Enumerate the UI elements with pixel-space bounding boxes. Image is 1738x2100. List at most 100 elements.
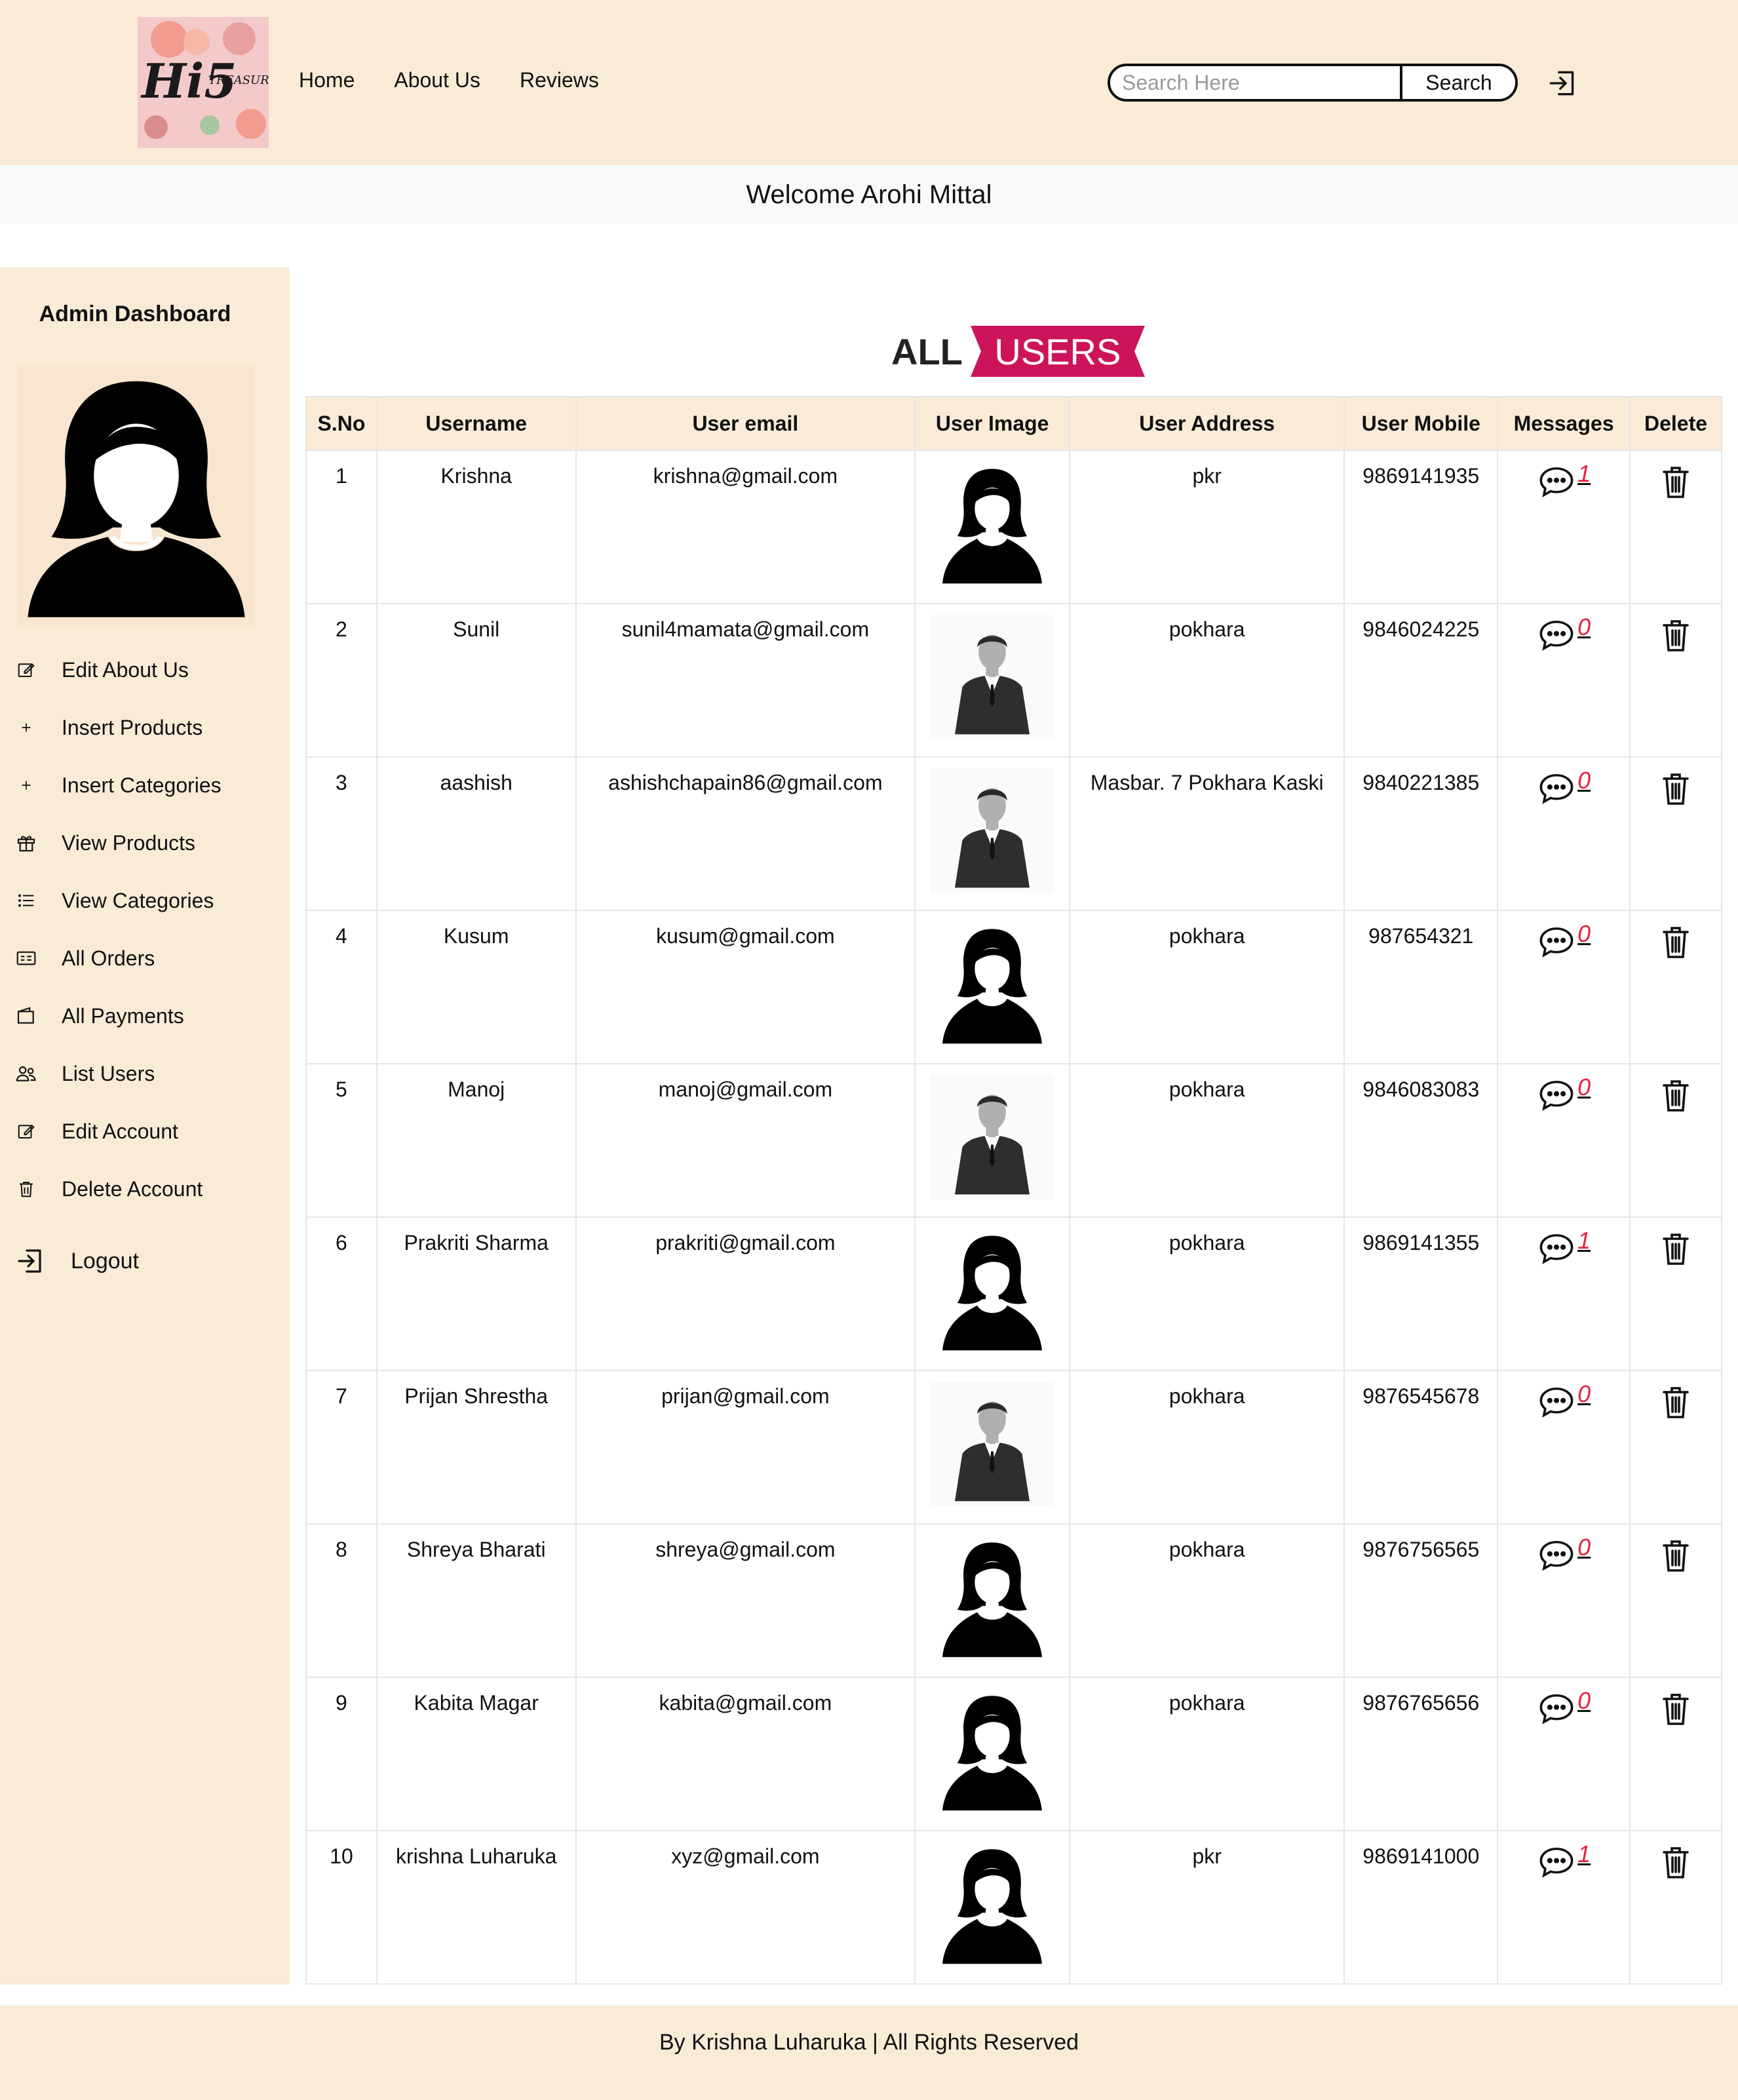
female-avatar — [930, 1842, 1055, 1966]
sidebar-item-label: Delete Account — [62, 1176, 203, 1201]
sidebar-item-label: Edit About Us — [62, 657, 189, 682]
chat-icon — [1537, 1231, 1576, 1272]
sidebar-item-insert-categories[interactable]: Insert Categories — [14, 756, 222, 814]
message-count: 0 — [1577, 1687, 1591, 1714]
delete-user-button[interactable] — [1660, 464, 1691, 506]
brand-logo[interactable]: Hi5 TREASURES — [138, 17, 269, 148]
sidebar-title: Admin Dashboard — [39, 301, 231, 326]
chat-icon — [1537, 1078, 1576, 1118]
messages-link[interactable]: 1 — [1537, 1227, 1591, 1272]
sidebar-logout[interactable]: Logout — [14, 1232, 222, 1290]
cell-mobile: 987654321 — [1343, 910, 1499, 1064]
sidebar-item-edit-about-us[interactable]: Edit About Us — [14, 641, 222, 699]
cell-sno: 3 — [305, 756, 377, 911]
cell-username: Sunil — [376, 603, 577, 758]
cell-sno: 7 — [305, 1370, 377, 1525]
delete-user-button[interactable] — [1660, 617, 1691, 659]
cell-sno: 8 — [305, 1523, 377, 1678]
chat-icon — [1537, 924, 1576, 965]
sidebar-item-view-categories[interactable]: View Categories — [14, 872, 222, 929]
cell-email: xyz@gmail.com — [575, 1830, 916, 1985]
delete-user-button[interactable] — [1660, 1231, 1691, 1273]
sidebar-item-edit-account[interactable]: Edit Account — [14, 1102, 222, 1160]
cell-delete — [1629, 603, 1722, 758]
welcome-banner: Welcome Arohi Mittal — [0, 165, 1738, 224]
delete-user-button[interactable] — [1660, 1078, 1691, 1119]
sidebar-logout-label: Logout — [71, 1248, 139, 1274]
delete-user-button[interactable] — [1660, 1691, 1691, 1733]
table-row: 6 Prakriti Sharma prakriti@gmail.com pokhar… — [305, 1216, 1722, 1371]
logout-icon[interactable] — [1547, 67, 1579, 100]
cell-delete — [1629, 1677, 1722, 1831]
cell-image — [914, 1063, 1071, 1218]
cell-sno: 1 — [305, 450, 377, 604]
male-avatar — [930, 768, 1055, 893]
search-input[interactable] — [1110, 66, 1400, 99]
messages-link[interactable]: 0 — [1537, 920, 1591, 965]
cell-mobile: 9869141355 — [1343, 1216, 1499, 1371]
messages-link[interactable]: 0 — [1537, 1534, 1591, 1578]
delete-user-button[interactable] — [1660, 1538, 1691, 1580]
delete-user-button[interactable] — [1660, 771, 1691, 813]
cell-sno: 2 — [305, 603, 377, 758]
messages-link[interactable]: 0 — [1537, 613, 1591, 658]
cell-email: sunil4mamata@gmail.com — [575, 603, 916, 758]
admin-avatar — [18, 366, 254, 628]
cell-delete — [1629, 1216, 1722, 1371]
cell-email: manoj@gmail.com — [575, 1063, 916, 1218]
cell-username: Prakriti Sharma — [376, 1216, 577, 1371]
messages-link[interactable]: 0 — [1537, 767, 1591, 811]
delete-user-button[interactable] — [1660, 1844, 1691, 1886]
table-row: 1 Krishna krishna@gmail.com pkr 9869141935 1 — [305, 450, 1722, 604]
admin-sidebar: Admin Dashboard Edit About Us Insert Pro… — [0, 267, 290, 1985]
nav-about-link[interactable]: About Us — [394, 68, 480, 92]
page-title-prefix: ALL — [891, 330, 963, 372]
messages-link[interactable]: 1 — [1537, 1840, 1591, 1885]
male-avatar — [930, 1382, 1055, 1506]
cell-mobile: 9869141000 — [1343, 1830, 1499, 1985]
cell-address: Masbar. 7 Pokhara Kaski — [1069, 756, 1345, 911]
chat-icon — [1537, 1538, 1576, 1578]
cell-email: kusum@gmail.com — [575, 910, 916, 1064]
chat-icon — [1537, 617, 1576, 658]
sidebar-item-list-users[interactable]: List Users — [14, 1045, 222, 1102]
sidebar-item-delete-account[interactable]: Delete Account — [14, 1160, 222, 1218]
cell-image — [914, 1830, 1071, 1985]
nav-home-link[interactable]: Home — [299, 68, 355, 92]
sidebar-item-all-orders[interactable]: All Orders — [14, 929, 222, 987]
edit-icon — [14, 658, 38, 682]
cell-delete — [1629, 1370, 1722, 1525]
female-avatar — [930, 1535, 1055, 1660]
page-title-ribbon: USERS — [970, 326, 1145, 377]
female-avatar — [930, 1228, 1055, 1353]
col-image: User Image — [914, 396, 1071, 451]
chat-icon — [1537, 464, 1576, 505]
delete-user-button[interactable] — [1660, 1384, 1691, 1426]
cell-image — [914, 756, 1071, 911]
cell-username: Kusum — [376, 910, 577, 1064]
edit-icon — [14, 1119, 38, 1143]
page-title-highlight: USERS — [994, 330, 1121, 372]
search-button[interactable]: Search — [1400, 66, 1515, 99]
users-table-body: 1 Krishna krishna@gmail.com pkr 9869141935 1 2… — [305, 450, 1722, 1985]
delete-user-button[interactable] — [1660, 924, 1691, 966]
messages-link[interactable]: 0 — [1537, 1074, 1591, 1118]
cell-messages: 0 — [1497, 1063, 1631, 1218]
sidebar-item-all-payments[interactable]: All Payments — [14, 987, 222, 1045]
sidebar-item-view-products[interactable]: View Products — [14, 814, 222, 872]
trash-icon — [1660, 1387, 1691, 1426]
cell-messages: 0 — [1497, 756, 1631, 911]
cell-delete — [1629, 1063, 1722, 1218]
sidebar-item-insert-products[interactable]: Insert Products — [14, 699, 222, 756]
messages-link[interactable]: 0 — [1537, 1380, 1591, 1425]
cell-address: pokhara — [1069, 1523, 1345, 1678]
cell-email: shreya@gmail.com — [575, 1523, 916, 1678]
sidebar-item-label: Insert Products — [62, 715, 203, 739]
nav-reviews-link[interactable]: Reviews — [520, 68, 599, 92]
cell-address: pokhara — [1069, 603, 1345, 758]
messages-link[interactable]: 0 — [1537, 1687, 1591, 1732]
sidebar-item-label: View Products — [62, 830, 195, 855]
cell-sno: 4 — [305, 910, 377, 1064]
messages-link[interactable]: 1 — [1537, 460, 1591, 505]
trash-icon — [1660, 927, 1691, 965]
